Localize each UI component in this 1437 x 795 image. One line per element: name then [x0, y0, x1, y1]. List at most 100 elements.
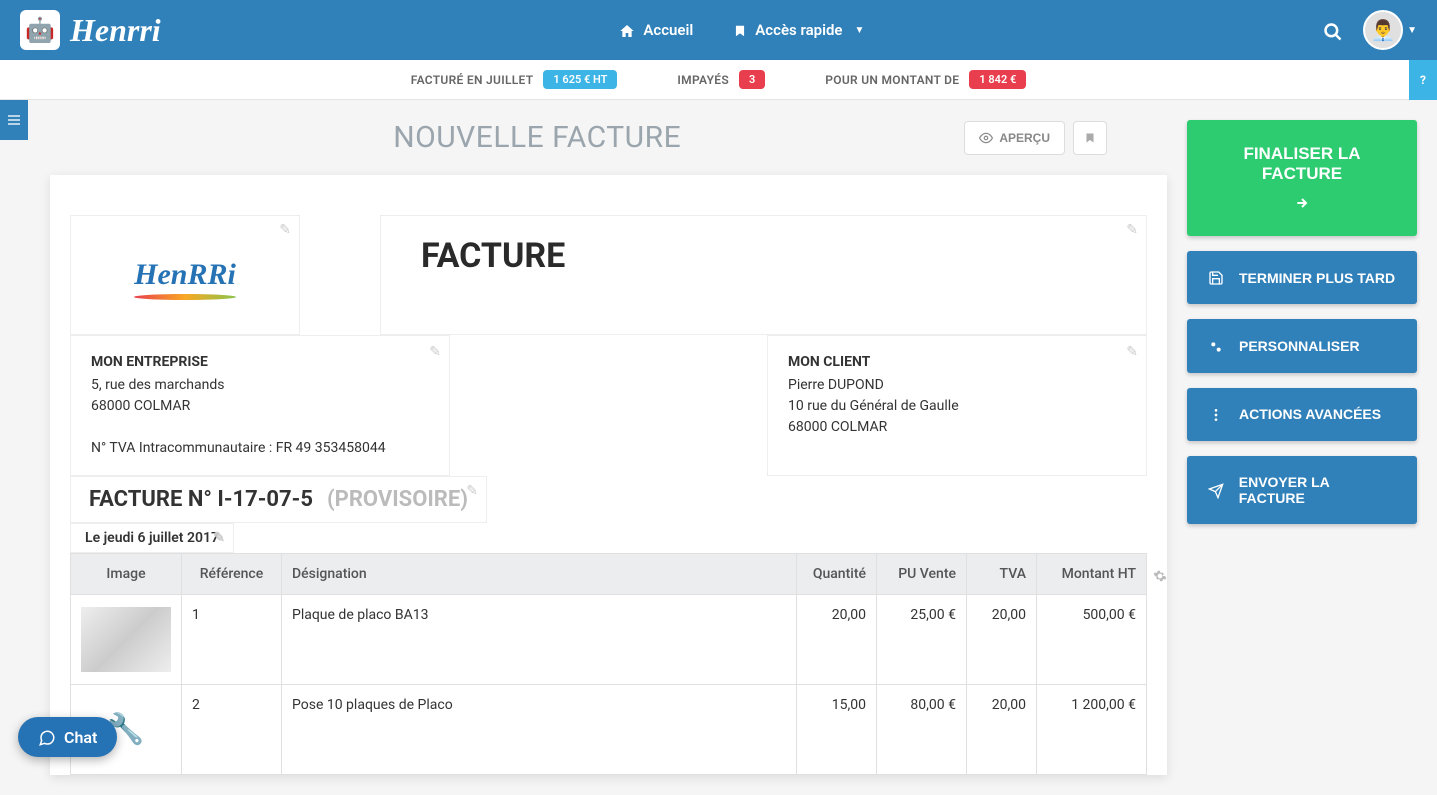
item-ref: 1	[182, 595, 282, 685]
client-name: Pierre DUPOND	[788, 375, 1126, 396]
stat-amount-value: 1 842 €	[969, 70, 1026, 89]
item-ref: 2	[182, 685, 282, 775]
advanced-actions-button[interactable]: ACTIONS AVANCÉES	[1187, 388, 1417, 441]
stat-amount-label: POUR UN MONTANT DE	[825, 73, 959, 87]
cogs-icon	[1207, 337, 1225, 354]
item-qty: 15,00	[797, 685, 877, 775]
invoice-number: FACTURE N° I-17-07-5	[89, 487, 313, 512]
item-pu: 25,00 €	[877, 595, 967, 685]
col-reference: Référence	[182, 554, 282, 595]
save-icon	[1207, 269, 1225, 286]
pencil-icon[interactable]: ✎	[429, 342, 441, 363]
pencil-icon[interactable]: ✎	[1126, 222, 1138, 238]
chat-button[interactable]: Chat	[18, 717, 117, 757]
items-table: Image Référence Désignation Quantité PU …	[70, 553, 1147, 775]
col-total: Montant HT	[1037, 554, 1147, 595]
company-logo: HenRRi	[134, 258, 236, 292]
table-row[interactable]: 1 Plaque de placo BA13 20,00 25,00 € 20,…	[71, 595, 1147, 685]
company-city: 68000 COLMAR	[91, 396, 429, 417]
robot-icon: 🤖	[20, 10, 60, 50]
chevron-down-icon: ▼	[1407, 25, 1417, 36]
company-address-box[interactable]: ✎ MON ENTREPRISE 5, rue des marchands 68…	[70, 335, 450, 476]
item-image	[81, 607, 171, 672]
nav-quick-label: Accès rapide	[755, 21, 842, 39]
stat-billed-label: FACTURÉ EN JUILLET	[411, 73, 534, 87]
invoice-status: (PROVISOIRE)	[327, 487, 468, 512]
table-row[interactable]: 🔧 2 Pose 10 plaques de Placo 15,00 80,00…	[71, 685, 1147, 775]
chat-label: Chat	[64, 728, 97, 747]
finalize-button[interactable]: FINALISER LA FACTURE	[1187, 120, 1417, 236]
top-navbar: 🤖 Henrri Accueil Accès rapide ▼ 👨‍💼 ▼	[0, 0, 1437, 60]
save-later-label: TERMINER PLUS TARD	[1239, 270, 1395, 286]
user-menu[interactable]: 👨‍💼 ▼	[1363, 10, 1417, 50]
brand-text: Henrri	[70, 12, 161, 49]
gear-icon[interactable]	[1153, 565, 1167, 584]
eye-icon	[979, 130, 993, 145]
pencil-icon[interactable]: ✎	[279, 222, 291, 238]
stat-unpaid: IMPAYÉS 3	[677, 70, 765, 89]
col-tva: TVA	[967, 554, 1037, 595]
preview-button[interactable]: APERÇU	[964, 121, 1065, 155]
client-title: MON CLIENT	[788, 352, 1126, 373]
col-quantity: Quantité	[797, 554, 877, 595]
company-logo-box[interactable]: ✎ HenRRi	[70, 215, 300, 335]
client-address-box[interactable]: ✎ MON CLIENT Pierre DUPOND 10 rue du Gén…	[767, 335, 1147, 476]
item-pu: 80,00 €	[877, 685, 967, 775]
item-designation: Plaque de placo BA13	[282, 595, 797, 685]
company-street: 5, rue des marchands	[91, 375, 429, 396]
advanced-label: ACTIONS AVANCÉES	[1239, 406, 1381, 422]
customize-label: PERSONNALISER	[1239, 338, 1360, 354]
col-unit-price: PU Vente	[877, 554, 967, 595]
item-qty: 20,00	[797, 595, 877, 685]
actions-sidebar: FINALISER LA FACTURE TERMINER PLUS TARD …	[1187, 120, 1417, 775]
save-later-button[interactable]: TERMINER PLUS TARD	[1187, 251, 1417, 304]
invoice-date-box[interactable]: ✎ Le jeudi 6 juillet 2017	[70, 523, 234, 553]
help-button[interactable]: ?	[1409, 60, 1437, 100]
sidebar-toggle[interactable]	[0, 100, 28, 140]
document-type: FACTURE	[421, 236, 1106, 276]
item-tva: 20,00	[967, 685, 1037, 775]
search-icon[interactable]	[1323, 18, 1343, 42]
invoice-number-box[interactable]: ✎ FACTURE N° I-17-07-5 (PROVISOIRE)	[70, 476, 487, 523]
customize-button[interactable]: PERSONNALISER	[1187, 319, 1417, 372]
preview-label: APERÇU	[999, 131, 1050, 145]
item-total: 1 200,00 €	[1037, 685, 1147, 775]
nav-home[interactable]: Accueil	[619, 21, 693, 39]
bookmark-icon	[733, 21, 747, 39]
item-designation: Pose 10 plaques de Placo	[282, 685, 797, 775]
invoice-document: ✎ HenRRi ✎ FACTURE ✎ MON ENTREPRISE 5, r…	[50, 175, 1167, 775]
arrow-right-icon	[1294, 192, 1310, 212]
brand-area[interactable]: 🤖 Henrri	[20, 10, 161, 50]
pencil-icon[interactable]: ✎	[213, 530, 225, 546]
stat-billed-value: 1 625 € HT	[543, 70, 617, 89]
avatar: 👨‍💼	[1363, 10, 1403, 50]
send-label: ENVOYER LA FACTURE	[1239, 474, 1397, 506]
col-designation: Désignation	[282, 554, 797, 595]
company-vat: N° TVA Intracommunautaire : FR 49 353458…	[91, 438, 429, 459]
nav-home-label: Accueil	[643, 21, 693, 39]
invoice-date: Le jeudi 6 juillet 2017	[85, 530, 219, 546]
page-header: NOUVELLE FACTURE APERÇU	[50, 120, 1167, 155]
stats-bar: FACTURÉ EN JUILLET 1 625 € HT IMPAYÉS 3 …	[0, 60, 1437, 100]
send-invoice-button[interactable]: ENVOYER LA FACTURE	[1187, 456, 1417, 524]
home-icon	[619, 21, 635, 39]
stat-billed: FACTURÉ EN JUILLET 1 625 € HT	[411, 70, 618, 89]
pencil-icon[interactable]: ✎	[466, 483, 478, 499]
stat-amount: POUR UN MONTANT DE 1 842 €	[825, 70, 1026, 89]
item-total: 500,00 €	[1037, 595, 1147, 685]
pencil-icon[interactable]: ✎	[1126, 342, 1138, 363]
company-title: MON ENTREPRISE	[91, 352, 429, 373]
stat-unpaid-count: 3	[739, 70, 765, 89]
client-street: 10 rue du Général de Gaulle	[788, 396, 1126, 417]
send-icon	[1207, 481, 1225, 498]
nav-quick-access[interactable]: Accès rapide ▼	[733, 21, 864, 39]
document-title-box[interactable]: ✎ FACTURE	[380, 215, 1147, 335]
stat-unpaid-label: IMPAYÉS	[677, 73, 729, 87]
page-title: NOUVELLE FACTURE	[110, 120, 964, 155]
item-tva: 20,00	[967, 595, 1037, 685]
bookmark-button[interactable]	[1073, 121, 1107, 155]
col-image: Image	[71, 554, 182, 595]
client-city: 68000 COLMAR	[788, 417, 1126, 438]
menu-dots-icon	[1207, 406, 1225, 423]
finalize-label: FINALISER LA FACTURE	[1207, 144, 1397, 184]
